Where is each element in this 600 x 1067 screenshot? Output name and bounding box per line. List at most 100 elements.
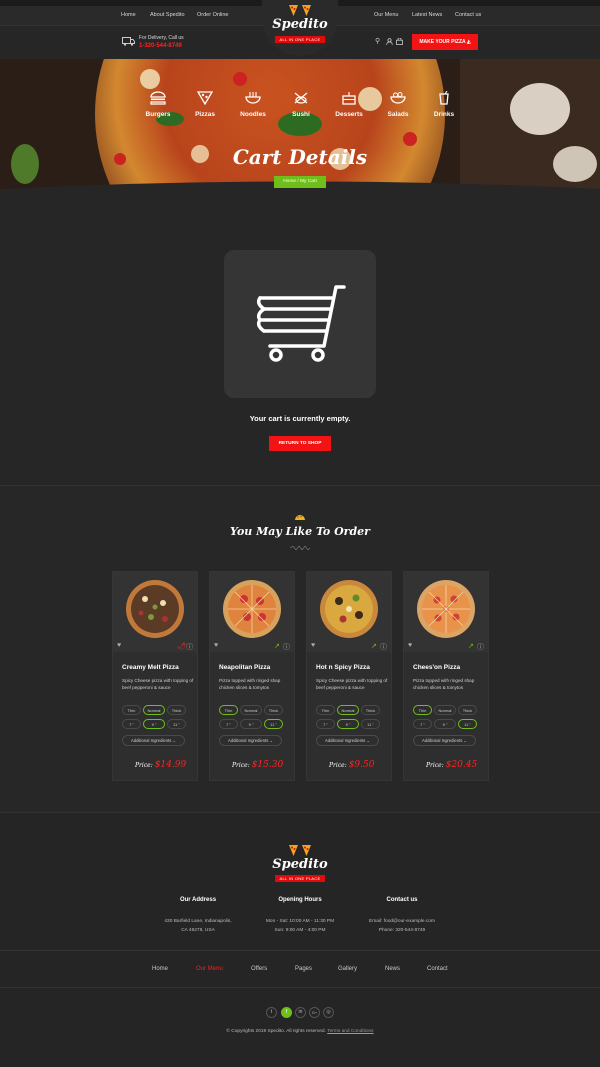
size-option-7[interactable]: 7 " bbox=[316, 719, 335, 729]
footer-brand-tagline: ALL IN ONE PLACE bbox=[275, 875, 325, 882]
terms-link[interactable]: Terms and Conditions bbox=[327, 1029, 373, 1034]
product-card-creamy-melt[interactable]: ♥ 🌶 ⓘ Creamy Melt Pizza Spicy Cheese piz… bbox=[112, 571, 198, 781]
category-desserts[interactable]: Desserts bbox=[329, 91, 369, 118]
footer-brand-name[interactable]: Spedito bbox=[262, 857, 338, 872]
crust-option-normal[interactable]: Normal bbox=[143, 705, 165, 715]
price-label: Price: bbox=[135, 762, 153, 769]
product-description: Pizza topped with ringed shap chicken sl… bbox=[219, 678, 281, 690]
crust-option-normal[interactable]: Normal bbox=[337, 705, 359, 715]
favorite-heart-icon[interactable]: ♥ bbox=[311, 642, 315, 649]
pizza-image[interactable] bbox=[125, 579, 185, 639]
favorite-heart-icon[interactable]: ♥ bbox=[117, 642, 121, 649]
facebook-icon[interactable]: f bbox=[281, 1007, 292, 1018]
burger-icon bbox=[150, 91, 166, 105]
bag-icon[interactable] bbox=[396, 38, 403, 45]
category-drinks[interactable]: Drinks bbox=[424, 91, 464, 118]
favorite-heart-icon[interactable]: ♥ bbox=[214, 642, 218, 649]
crust-option-thin[interactable]: Thin bbox=[413, 705, 432, 715]
category-burgers[interactable]: Burgers bbox=[138, 91, 178, 118]
footer-nav-home[interactable]: Home bbox=[152, 966, 168, 972]
twitter-icon[interactable]: t bbox=[266, 1007, 277, 1018]
size-option-11[interactable]: 11 " bbox=[458, 719, 477, 729]
nav-link-home[interactable]: Home bbox=[121, 12, 136, 18]
delivery-phone[interactable]: 1-320-544-8749 bbox=[139, 43, 182, 49]
nav-link-order-online[interactable]: Order Online bbox=[197, 12, 229, 18]
google-plus-icon[interactable]: G+ bbox=[309, 1007, 320, 1018]
footer-contact: Contact us Email: food@our-example.com P… bbox=[337, 897, 467, 935]
additional-ingredients-label: Additional Ingredients bbox=[131, 738, 172, 743]
footer-nav-news[interactable]: News bbox=[385, 966, 400, 972]
crust-option-thin[interactable]: Thin bbox=[122, 705, 141, 715]
noodles-bowl-icon bbox=[245, 92, 261, 104]
crust-option-thin[interactable]: Thin bbox=[316, 705, 335, 715]
product-name: Neapolitan Pizza bbox=[219, 664, 271, 671]
info-icon[interactable]: ⓘ bbox=[380, 642, 387, 652]
size-option-7[interactable]: 7 " bbox=[413, 719, 432, 729]
price-value: $20.45 bbox=[445, 760, 478, 770]
user-icon[interactable] bbox=[386, 38, 393, 45]
footer-nav-gallery[interactable]: Gallery bbox=[338, 966, 357, 972]
sushi-icon bbox=[294, 92, 308, 104]
search-icon[interactable]: ⚲ bbox=[375, 37, 380, 45]
footer-contact-email[interactable]: Email: food@our-example.com bbox=[337, 917, 467, 926]
size-option-11[interactable]: 11 " bbox=[361, 719, 380, 729]
crust-option-normal[interactable]: Normal bbox=[240, 705, 262, 715]
info-icon[interactable]: ⓘ bbox=[283, 642, 290, 652]
crust-option-thin[interactable]: Thin bbox=[219, 705, 238, 715]
additional-ingredients-dropdown[interactable]: Additional Ingredients ⌄ bbox=[122, 735, 185, 746]
chevron-down-icon: ⌄ bbox=[366, 738, 370, 743]
size-option-11[interactable]: 11 " bbox=[264, 719, 283, 729]
category-salads[interactable]: Salads bbox=[378, 91, 418, 118]
category-pizzas[interactable]: Pizzas bbox=[185, 91, 225, 118]
linkedin-icon[interactable]: in bbox=[295, 1007, 306, 1018]
footer-nav-contact[interactable]: Contact bbox=[427, 966, 448, 972]
size-option-9[interactable]: 9 " bbox=[143, 719, 165, 729]
breadcrumb-separator: / bbox=[297, 179, 299, 184]
copyright: © Copyrights 2019 Spedito. All rights re… bbox=[0, 1029, 600, 1034]
hero-banner: Burgers Pizzas Noodles Sushi Desserts Sa… bbox=[0, 59, 600, 219]
crust-option-thick[interactable]: Thick bbox=[458, 705, 477, 715]
size-option-7[interactable]: 7 " bbox=[122, 719, 141, 729]
additional-ingredients-dropdown[interactable]: Additional Ingredients ⌄ bbox=[413, 735, 476, 746]
nav-link-our-menu[interactable]: Our Menu bbox=[374, 12, 398, 18]
category-label-noodles: Noodles bbox=[240, 111, 266, 118]
instagram-icon[interactable]: ◎ bbox=[323, 1007, 334, 1018]
favorite-heart-icon[interactable]: ♥ bbox=[408, 642, 412, 649]
info-icon[interactable]: ⓘ bbox=[477, 642, 484, 652]
size-option-11[interactable]: 11 " bbox=[167, 719, 186, 729]
info-icon[interactable]: ⓘ bbox=[186, 642, 193, 652]
size-option-9[interactable]: 9 " bbox=[337, 719, 359, 729]
nav-link-about[interactable]: About Spedito bbox=[150, 12, 185, 18]
additional-ingredients-dropdown[interactable]: Additional Ingredients ⌄ bbox=[219, 735, 282, 746]
breadcrumb-current: My Cart bbox=[300, 179, 317, 184]
footer-nav-our-menu[interactable]: Our Menu bbox=[196, 966, 223, 972]
return-to-shop-button[interactable]: RETURN TO SHOP bbox=[269, 436, 331, 451]
pizza-image[interactable] bbox=[416, 579, 476, 639]
pepper-icon: ↗ bbox=[371, 643, 377, 650]
footer-nav: Home Our Menu Offers Pages Gallery News … bbox=[0, 950, 600, 988]
crust-option-thick[interactable]: Thick bbox=[167, 705, 186, 715]
nav-link-contact[interactable]: Contact us bbox=[455, 12, 481, 18]
size-option-9[interactable]: 9 " bbox=[240, 719, 262, 729]
crust-option-normal[interactable]: Normal bbox=[434, 705, 456, 715]
pizza-image[interactable] bbox=[222, 579, 282, 639]
pizza-logo-icon bbox=[289, 5, 311, 16]
breadcrumb-home[interactable]: Home bbox=[283, 179, 296, 184]
product-card-hot-n-spicy[interactable]: ♥ ↗ ⓘ Hot n Spicy Pizza Spicy Cheese piz… bbox=[306, 571, 392, 781]
product-card-neapolitan[interactable]: ♥ ↗ ⓘ Neapolitan Pizza Pizza topped with… bbox=[209, 571, 295, 781]
crust-option-thick[interactable]: Thick bbox=[361, 705, 380, 715]
additional-ingredients-dropdown[interactable]: Additional Ingredients ⌄ bbox=[316, 735, 379, 746]
footer-nav-pages[interactable]: Pages bbox=[295, 966, 312, 972]
crust-option-thick[interactable]: Thick bbox=[264, 705, 283, 715]
category-noodles[interactable]: Noodles bbox=[233, 91, 273, 118]
nav-link-latest-news[interactable]: Latest News bbox=[412, 12, 442, 18]
footer-contact-phone[interactable]: Phone: 320-544-8749 bbox=[337, 926, 467, 935]
size-option-9[interactable]: 9 " bbox=[434, 719, 456, 729]
footer-nav-offers[interactable]: Offers bbox=[251, 966, 267, 972]
size-option-7[interactable]: 7 " bbox=[219, 719, 238, 729]
additional-ingredients-label: Additional Ingredients bbox=[325, 738, 366, 743]
pizza-image[interactable] bbox=[319, 579, 379, 639]
make-your-pizza-button[interactable]: MAKE YOUR PIZZA ◭ bbox=[412, 34, 478, 50]
category-sushi[interactable]: Sushi bbox=[281, 91, 321, 118]
product-card-cheeson[interactable]: ♥ ↗ ⓘ Chees'on Pizza Pizza topped with r… bbox=[403, 571, 489, 781]
